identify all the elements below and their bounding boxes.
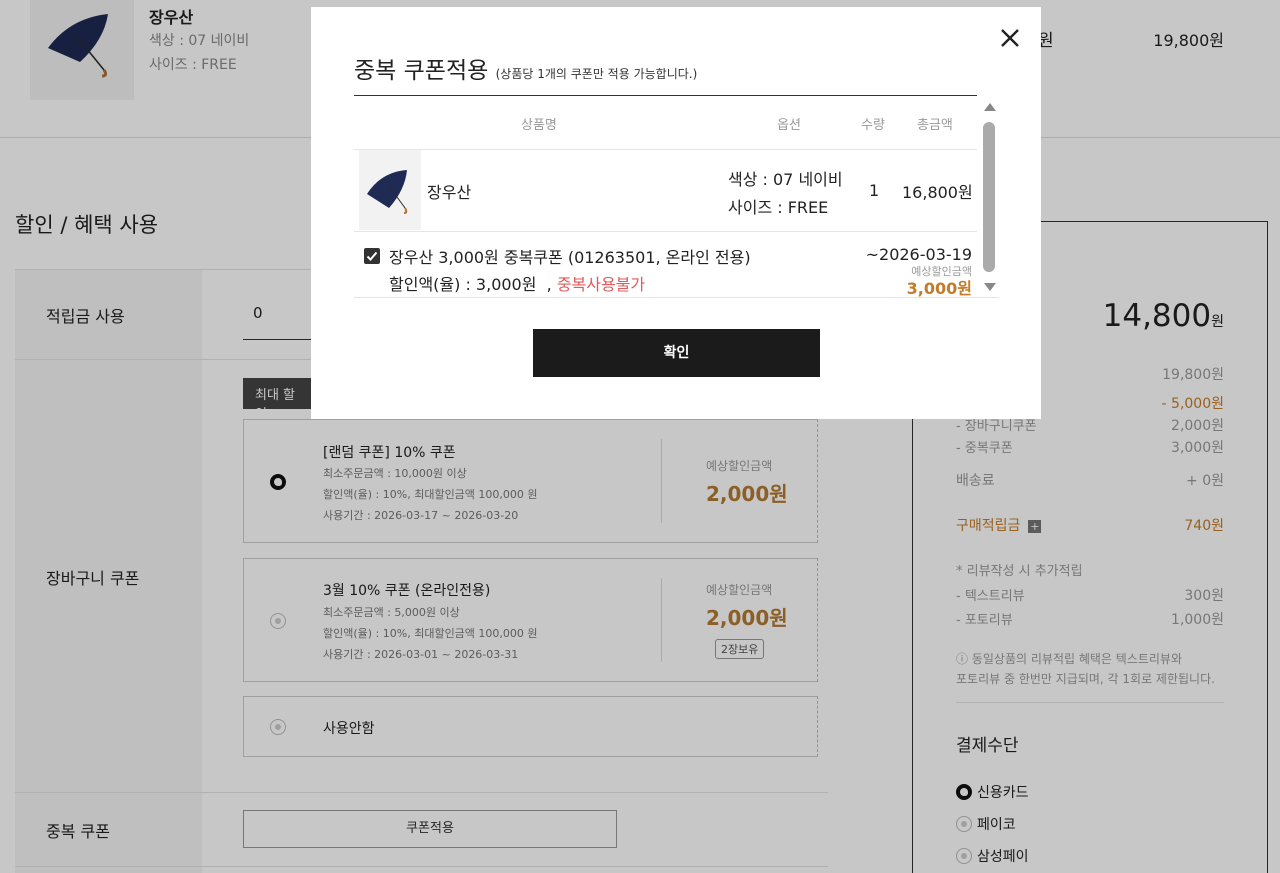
modal-subtitle: (상품당 1개의 쿠폰만 적용 가능합니다.) (495, 67, 698, 81)
modal-coupon-discount: 할인액(율) : 3,000원 , 중복사용불가 (389, 275, 646, 294)
confirm-button[interactable]: 확인 (533, 329, 820, 377)
header-product-name: 상품명 (521, 118, 557, 133)
header-option: 옵션 (777, 118, 801, 133)
modal-product-qty: 1 (869, 181, 880, 200)
modal-product-thumbnail (359, 150, 421, 230)
scroll-down-icon[interactable] (984, 283, 996, 291)
header-qty: 수량 (861, 118, 885, 133)
coupon-checkbox[interactable] (364, 248, 380, 264)
close-icon[interactable] (998, 26, 1022, 50)
scroll-up-icon[interactable] (984, 103, 996, 111)
modal-coupon-name: 장우산 3,000원 중복쿠폰 (01263501, 온라인 전용) (389, 248, 751, 267)
scrollbar-thumb[interactable] (983, 122, 995, 272)
modal-coupon-expiry: ~2026-03-19 (865, 245, 972, 264)
modal-product-name: 장우산 (427, 183, 472, 202)
modal-coupon-est-value: 3,000원 (906, 279, 972, 298)
divider (354, 149, 977, 150)
dup-coupon-modal: 중복 쿠폰적용 (상품당 1개의 쿠폰만 적용 가능합니다.) 상품명 옵션 수… (311, 7, 1041, 419)
modal-product-color: 색상 : 07 네이비 (728, 170, 843, 189)
modal-title: 중복 쿠폰적용 (상품당 1개의 쿠폰만 적용 가능합니다.) (354, 58, 698, 84)
divider (354, 231, 977, 232)
dup-warning: 중복사용불가 (556, 275, 646, 294)
divider (354, 95, 977, 96)
modal-product-size: 사이즈 : FREE (728, 198, 829, 217)
check-icon (366, 251, 378, 261)
divider (354, 297, 999, 298)
header-total: 총금액 (917, 118, 953, 133)
modal-product-price: 16,800원 (902, 183, 973, 202)
umbrella-icon (367, 170, 408, 214)
